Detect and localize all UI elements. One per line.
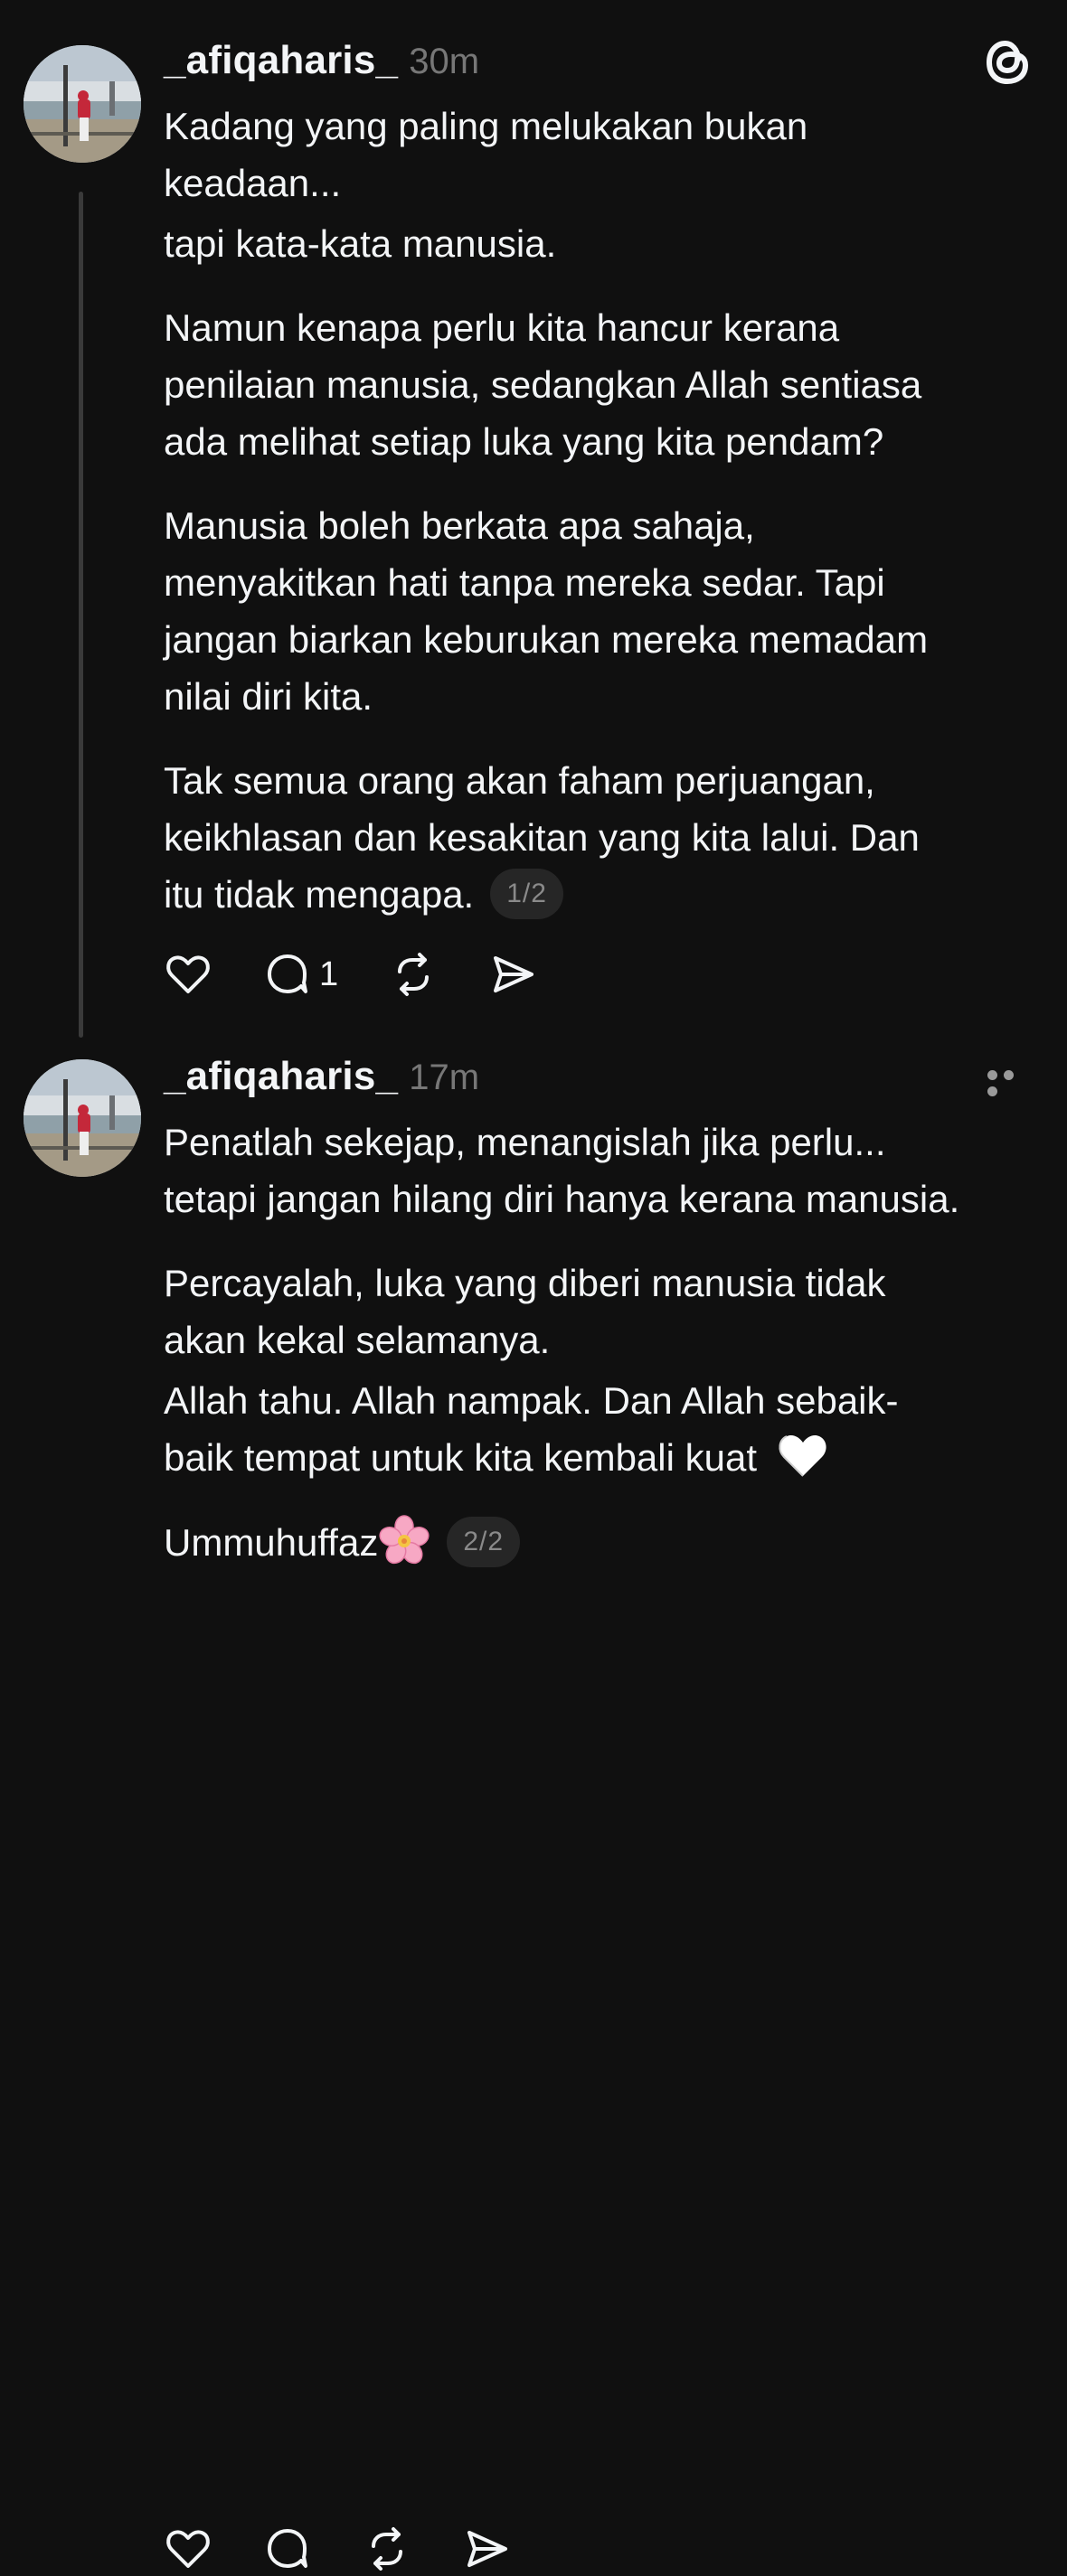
- paragraph: Kadang yang paling melukakan bukan keada…: [164, 98, 1032, 212]
- post-header: _afiqaharis_ 17m: [164, 1054, 479, 1108]
- share-button[interactable]: [488, 950, 537, 999]
- reply-button[interactable]: 1: [263, 950, 338, 999]
- white-heart-emoji: [779, 1434, 826, 1477]
- text-line: Percayalah, luka yang diberi manusia tid…: [164, 1262, 886, 1304]
- avatar[interactable]: [24, 1059, 141, 1177]
- thread-post-2: _afiqaharis_ 17m Penatlah sekejap, menan…: [0, 1048, 1067, 2571]
- text-line: penilaian manusia, sedangkan Allah senti…: [164, 363, 922, 406]
- paragraph: Percayalah, luka yang diberi manusia tid…: [164, 1255, 1032, 1368]
- more-options-icon[interactable]: [987, 1068, 1033, 1096]
- avatar[interactable]: [24, 45, 141, 163]
- text-line: menyakitkan hati tanpa mereka sedar. Tap…: [164, 561, 885, 604]
- text-line: nilai diri kita.: [164, 675, 373, 718]
- text-line: keadaan...: [164, 162, 342, 204]
- send-icon: [467, 2531, 507, 2567]
- username[interactable]: _afiqaharis_: [164, 1054, 398, 1099]
- text-line-content: Ummuhuffaz: [164, 1520, 379, 1564]
- repost-button[interactable]: [363, 2524, 411, 2573]
- paragraph: tapi kata-kata manusia.: [164, 215, 1032, 272]
- comment-icon: [268, 954, 307, 993]
- text-line: akan kekal selamanya.: [164, 1319, 551, 1361]
- text-line: baik tempat untuk kita kembali kuat: [164, 1429, 1032, 1487]
- text-line-content: baik tempat untuk kita kembali kuat: [164, 1436, 758, 1479]
- send-icon: [494, 956, 534, 992]
- username[interactable]: _afiqaharis_: [164, 38, 398, 83]
- text-line: ada melihat setiap luka yang kita pendam…: [164, 420, 884, 463]
- like-button[interactable]: [164, 2524, 212, 2573]
- post-body: Kadang yang paling melukakan bukan keada…: [164, 98, 1032, 923]
- text-line: Tak semua orang akan faham perjuangan,: [164, 759, 875, 802]
- repost-button[interactable]: [389, 950, 438, 999]
- text-line: tapi kata-kata manusia.: [164, 222, 557, 265]
- thread-connector-line: [79, 192, 83, 1038]
- text-line: keikhlasan dan kesakitan yang kita lalui…: [164, 816, 920, 859]
- page-count-badge: 1/2: [490, 868, 563, 919]
- text-line: Allah tahu. Allah nampak. Dan Allah seba…: [164, 1379, 899, 1422]
- avatar-photo: [24, 45, 141, 163]
- threads-logo-icon[interactable]: [984, 36, 1033, 89]
- post-time: 17m: [409, 1058, 480, 1097]
- thread-post-1: _afiqaharis_ 30m Kadang yang paling melu…: [0, 0, 1067, 1048]
- text-line: jangan biarkan keburukan mereka memadam: [164, 618, 929, 661]
- paragraph: Allah tahu. Allah nampak. Dan Allah seba…: [164, 1372, 1032, 1487]
- post-body: Penatlah sekejap, menangislah jika perlu…: [164, 1114, 1032, 1572]
- paragraph: Manusia boleh berkata apa sahaja, menyak…: [164, 497, 1032, 725]
- like-button[interactable]: [164, 950, 212, 999]
- text-line: Penatlah sekejap, menangislah jika perlu…: [164, 1121, 886, 1163]
- page-count-badge: 2/2: [447, 1516, 521, 1567]
- post-actions: [164, 2522, 562, 2576]
- heart-icon: [166, 955, 210, 993]
- text-line: Namun kenapa perlu kita hancur kerana: [164, 306, 840, 349]
- post-actions: 1: [164, 947, 588, 1001]
- text-line-content: itu tidak mengapa.: [164, 873, 475, 916]
- avatar-photo: [24, 1059, 141, 1177]
- reply-button[interactable]: [263, 2524, 312, 2573]
- paragraph: Tak semua orang akan faham perjuangan, k…: [164, 752, 1032, 923]
- paragraph: Namun kenapa perlu kita hancur kerana pe…: [164, 299, 1032, 470]
- post-time: 30m: [409, 42, 480, 81]
- reply-count: 1: [319, 954, 339, 993]
- text-line: Kadang yang paling melukakan bukan: [164, 105, 808, 147]
- text-line: tetapi jangan hilang diri hanya kerana m…: [164, 1178, 960, 1220]
- text-line: Manusia boleh berkata apa sahaja,: [164, 504, 755, 547]
- cherry-blossom-emoji: [379, 1515, 430, 1564]
- share-button[interactable]: [462, 2524, 511, 2573]
- paragraph: Penatlah sekejap, menangislah jika perlu…: [164, 1114, 1032, 1227]
- repost-icon: [398, 953, 430, 996]
- paragraph: Ummuhuffaz 2/2: [164, 1514, 1032, 1572]
- post-header: _afiqaharis_ 30m: [164, 38, 479, 92]
- comment-icon: [268, 2529, 307, 2568]
- repost-icon: [372, 2527, 402, 2571]
- heart-icon: [166, 2530, 210, 2568]
- text-line: Ummuhuffaz 2/2: [164, 1514, 1032, 1572]
- text-line: itu tidak mengapa. 1/2: [164, 866, 1032, 923]
